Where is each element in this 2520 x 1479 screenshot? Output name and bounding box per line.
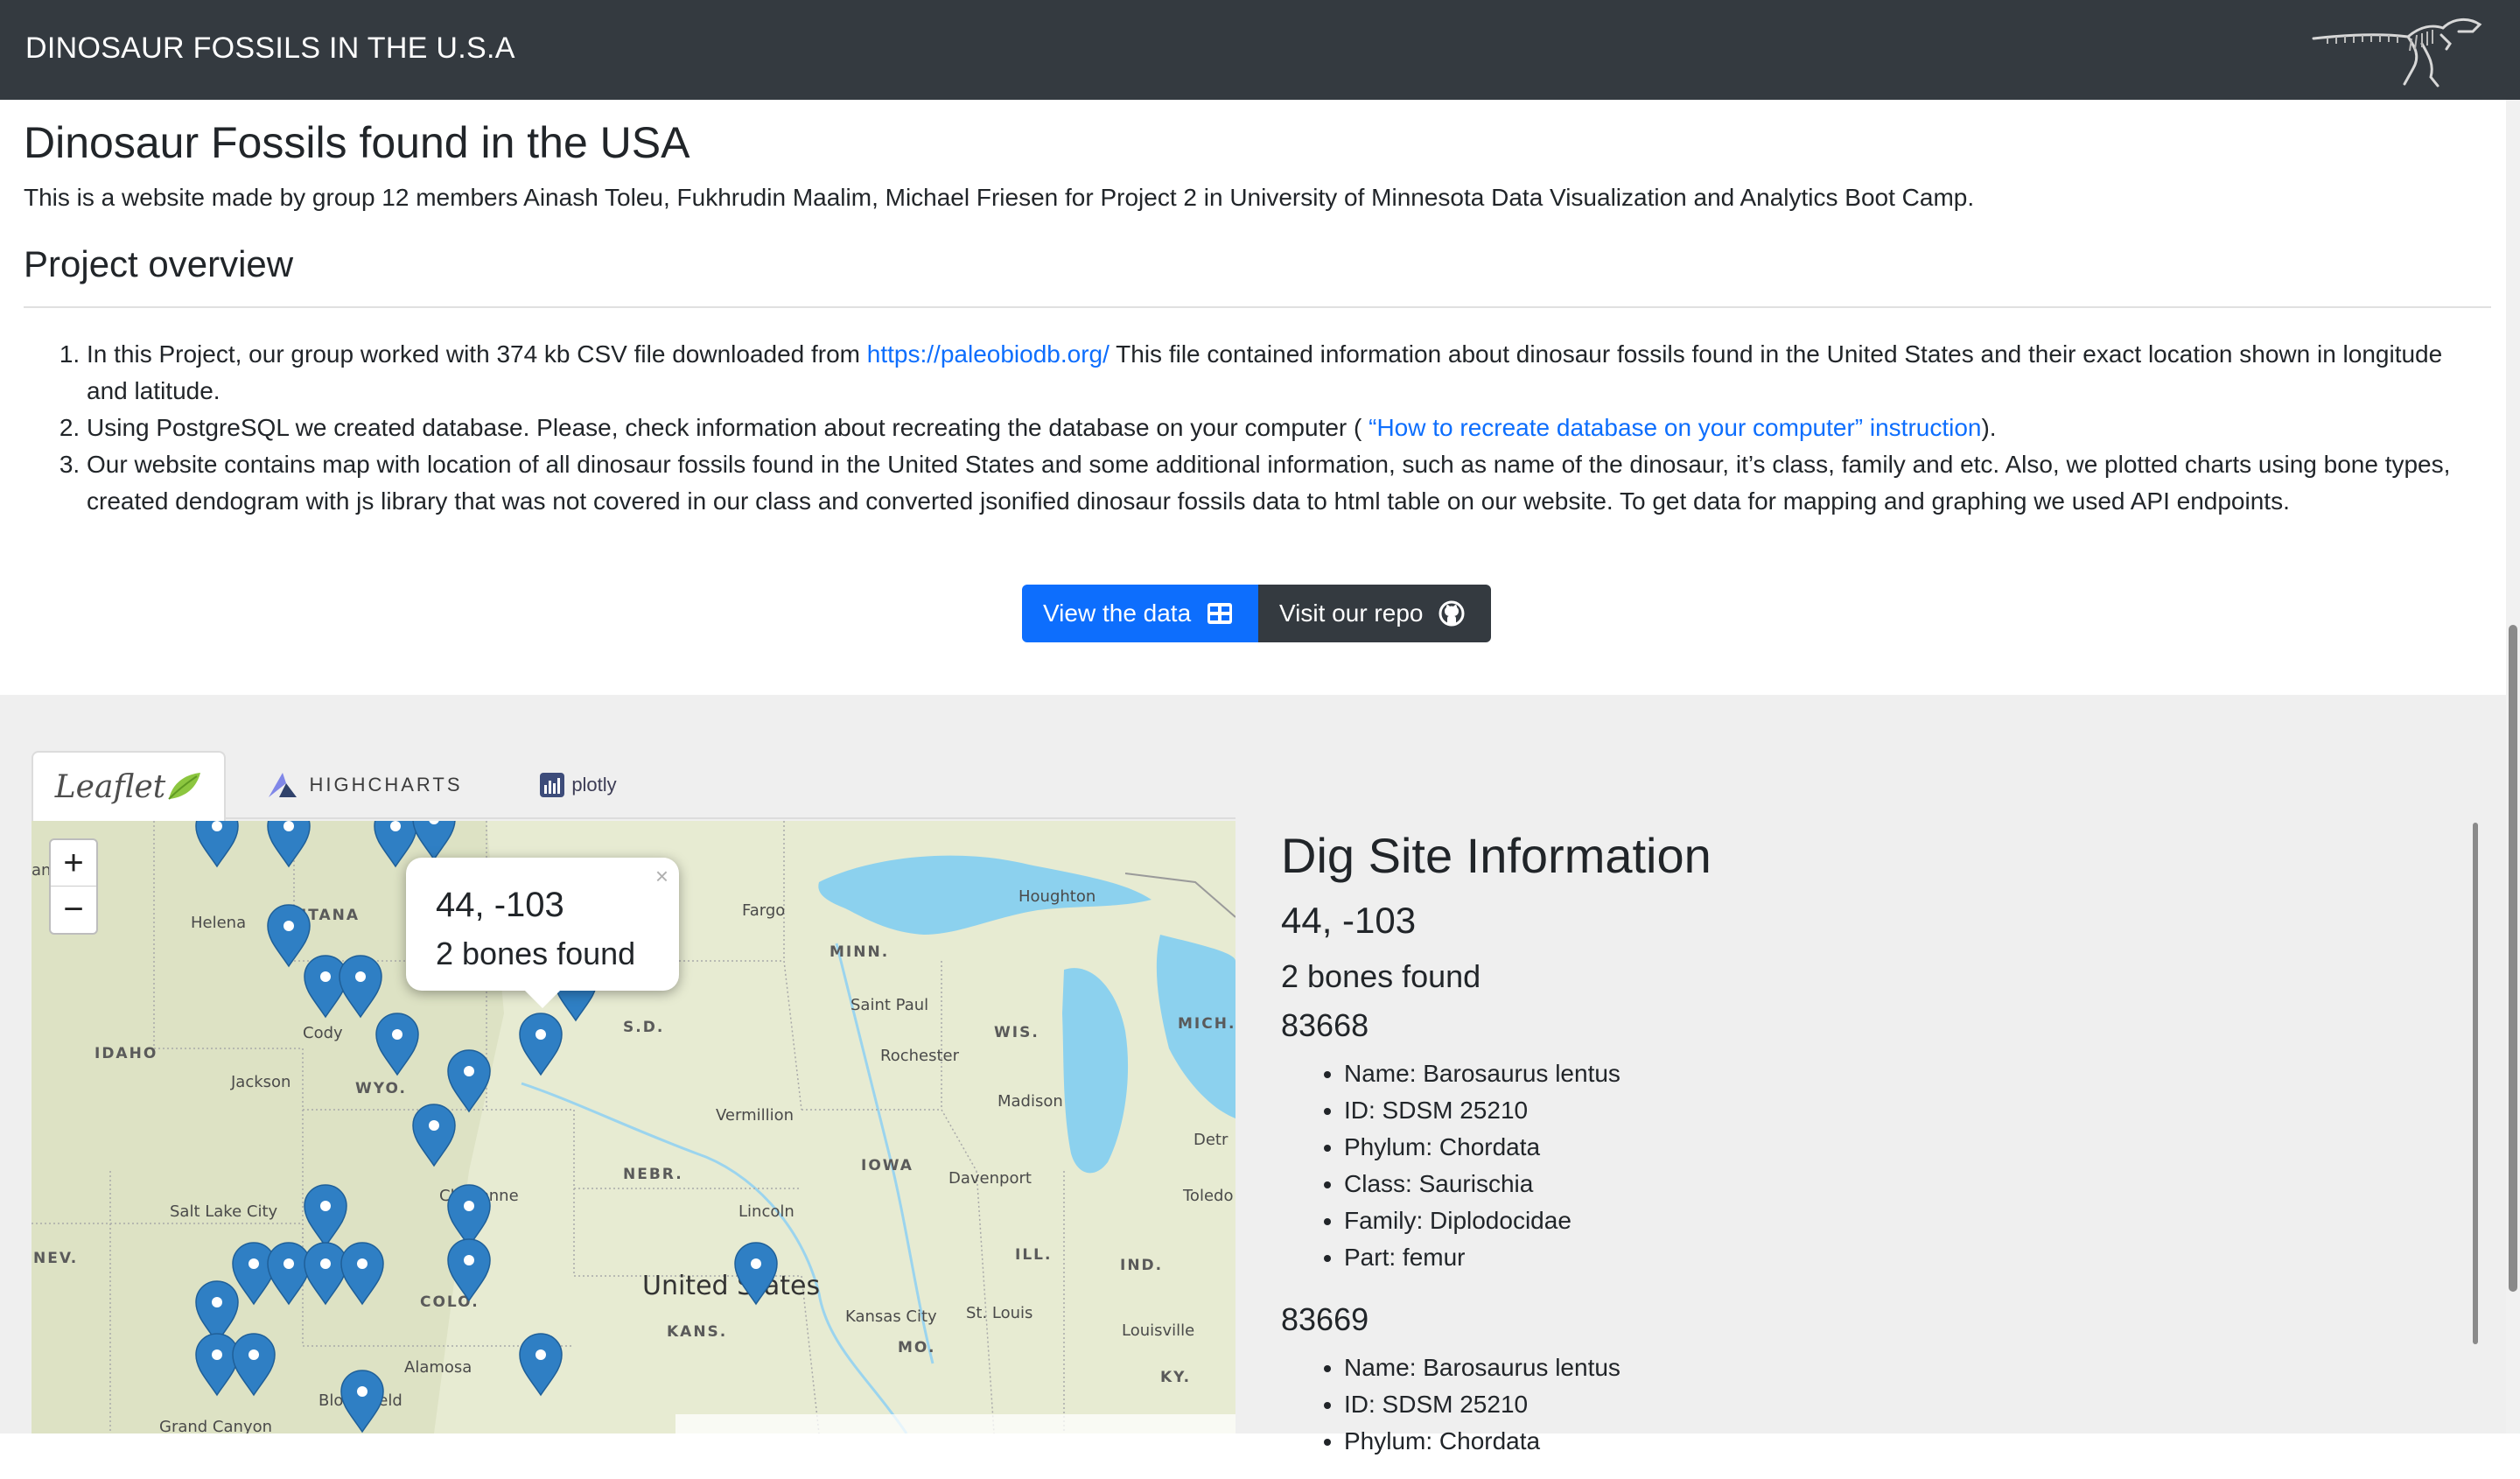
github-icon: [1438, 600, 1465, 627]
close-icon[interactable]: ×: [655, 863, 668, 890]
fossil-marker[interactable]: [339, 955, 382, 1018]
highcharts-logo-icon: [269, 773, 298, 797]
tab-plotly[interactable]: plotly: [504, 751, 653, 819]
popup-tip: [525, 991, 560, 1008]
list-item: Part: femur: [1344, 1239, 2476, 1276]
list-item: Class: Saurischia: [1344, 1166, 2476, 1202]
fossil-marker[interactable]: [374, 821, 417, 867]
fossil-marker[interactable]: [195, 1333, 239, 1396]
page-title: Dinosaur Fossils found in the USA: [24, 118, 690, 167]
fossil-marker[interactable]: [447, 1184, 491, 1247]
fossil-marker[interactable]: [519, 1333, 563, 1396]
map-attribution: [676, 1414, 1236, 1433]
dig-site-coords: 44, -103: [1281, 900, 1417, 941]
list-item: Family: Diplodocidae: [1344, 1202, 2476, 1239]
fossil-marker[interactable]: [340, 1370, 384, 1433]
marker-popup: 44, -103 2 bones found ×: [406, 858, 679, 1008]
bone-properties: Name: Barosaurus lentus ID: SDSM 25210 P…: [1281, 1349, 2476, 1460]
leaf-icon: [168, 773, 201, 800]
fossil-marker[interactable]: [267, 821, 311, 867]
dig-site-panel: Dig Site Information 44, -103 2 bones fo…: [1281, 824, 2476, 1479]
map-section: Leaflet HIGHCHARTS plotly an NTANA Helen…: [0, 695, 2506, 1454]
fossil-marker[interactable]: [267, 1242, 311, 1305]
popup-bone-count: 2 bones found: [436, 936, 636, 971]
tab-highcharts[interactable]: HIGHCHARTS: [256, 751, 474, 819]
list-item: In this Project, our group worked with 3…: [87, 336, 2474, 410]
list-item: Using PostgreSQL we created database. Pl…: [87, 410, 2474, 446]
bone-properties: Name: Barosaurus lentus ID: SDSM 25210 P…: [1281, 1055, 2476, 1276]
plotly-logo-icon: [540, 773, 565, 797]
fossil-marker[interactable]: [412, 821, 456, 860]
overview-heading: Project overview: [24, 243, 294, 284]
fossil-marker[interactable]: [340, 1242, 384, 1305]
fossil-marker[interactable]: [267, 904, 311, 967]
fossil-marker[interactable]: [304, 955, 347, 1018]
overview-list: In this Project, our group worked with 3…: [24, 336, 2474, 520]
fossil-marker[interactable]: [734, 1242, 778, 1305]
fossil-marker[interactable]: [232, 1333, 276, 1396]
list-item: ID: SDSM 25210: [1344, 1386, 2476, 1423]
fossil-marker[interactable]: [447, 1049, 491, 1112]
list-item: Name: Barosaurus lentus: [1344, 1349, 2476, 1386]
bone-record-id: 83669: [1281, 1301, 1369, 1337]
dig-site-bone-count: 2 bones found: [1281, 958, 1481, 994]
zoom-out-button[interactable]: −: [51, 887, 96, 933]
fossil-map[interactable]: an NTANA Helena IDAHO Cody Jackson WYO. …: [32, 821, 1236, 1433]
fossil-marker[interactable]: [412, 1104, 456, 1167]
zoom-control: + −: [49, 838, 98, 935]
page-scrollbar-thumb[interactable]: [2509, 625, 2517, 1292]
fossil-marker[interactable]: [304, 1184, 347, 1247]
trex-skeleton-icon: [2312, 18, 2482, 88]
list-item: Phylum: Chordata: [1344, 1423, 2476, 1460]
intro-section: Dinosaur Fossils found in the USA This i…: [24, 112, 2491, 308]
fossil-marker[interactable]: [375, 1013, 419, 1076]
info-panel-scrollbar[interactable]: [2473, 823, 2478, 1344]
view-data-button[interactable]: View the data: [1022, 585, 1258, 642]
tab-leaflet[interactable]: Leaflet: [32, 751, 226, 821]
list-item: Phylum: Chordata: [1344, 1129, 2476, 1166]
fossil-marker[interactable]: [232, 1242, 276, 1305]
recreate-database-link[interactable]: “How to recreate database on your comput…: [1368, 414, 1981, 441]
navbar-brand[interactable]: DINOSAUR FOSSILS IN THE U.S.A: [25, 32, 515, 66]
paleobiodb-link[interactable]: https://paleobiodb.org/: [867, 340, 1110, 368]
fossil-marker[interactable]: [304, 1242, 347, 1305]
fossil-marker[interactable]: [519, 1013, 563, 1076]
dig-site-title: Dig Site Information: [1281, 828, 1712, 883]
fossil-marker[interactable]: [195, 821, 239, 867]
zoom-in-button[interactable]: +: [51, 840, 96, 887]
action-buttons: View the data Visit our repo: [1022, 585, 1491, 642]
divider: [24, 306, 2491, 308]
page-subtitle: This is a website made by group 12 membe…: [24, 184, 1975, 211]
popup-coords: 44, -103: [436, 886, 564, 924]
list-item: Our website contains map with location o…: [87, 446, 2474, 520]
bone-record-id: 83668: [1281, 1007, 1369, 1043]
list-item: ID: SDSM 25210: [1344, 1092, 2476, 1129]
fossil-marker[interactable]: [447, 1238, 491, 1301]
list-item: Name: Barosaurus lentus: [1344, 1055, 2476, 1092]
table-icon: [1208, 603, 1233, 624]
chart-tabs: Leaflet HIGHCHARTS plotly: [32, 751, 1236, 821]
visit-repo-button[interactable]: Visit our repo: [1258, 585, 1491, 642]
navbar: DINOSAUR FOSSILS IN THE U.S.A: [0, 0, 2520, 100]
